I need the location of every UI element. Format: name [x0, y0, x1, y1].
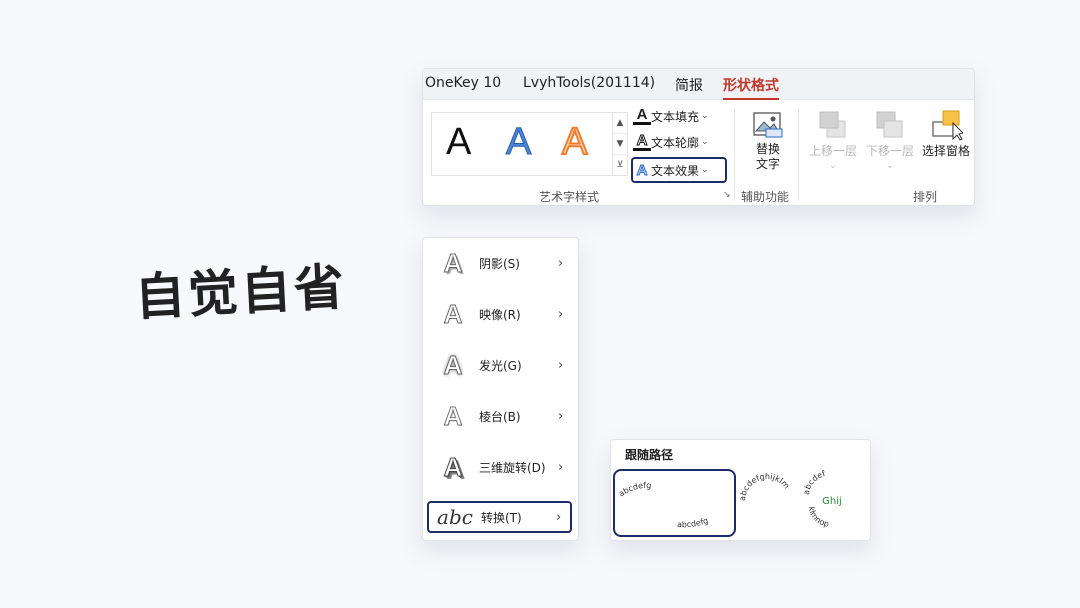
bevel-a-icon: A — [443, 400, 463, 431]
arrange-group-label: 排列 — [913, 190, 938, 204]
alt-text-button[interactable]: 替换 文字 — [748, 111, 788, 172]
svg-text:abcdefg: abcdefg — [677, 516, 709, 529]
menu-item-label: 发光(G) — [479, 358, 522, 373]
menu-item-label: 阴影(S) — [479, 256, 520, 271]
text-effects-button[interactable]: A 文本效果 ⌄ — [631, 157, 727, 183]
alt-text-label-line2: 文字 — [755, 157, 780, 171]
circle-preview: abcdefghijklm — [738, 472, 791, 501]
text-effects-label: 文本效果 — [651, 163, 700, 178]
reflection-a-icon: A — [443, 298, 463, 329]
svg-text:klmnop: klmnop — [807, 506, 830, 529]
path-text-bottom: abcdefg — [677, 516, 709, 529]
menu-item-3d-rotation[interactable]: A 三维旋转(D) › — [427, 451, 572, 482]
send-backward-label: 下移一层 — [865, 144, 914, 158]
abc-transform-icon: abc — [437, 505, 473, 529]
tab-lvyhtools[interactable]: LvyhTools(201114) — [523, 75, 655, 91]
menu-item-bevel[interactable]: A 棱台(B) › — [427, 400, 572, 431]
send-backward-icon — [876, 111, 903, 138]
menu-item-reflection[interactable]: A 映像(R) › — [427, 298, 572, 329]
alt-text-icon — [753, 112, 783, 138]
menu-item-label: 转换(T) — [481, 510, 522, 525]
alt-text-label-line1: 替换 — [755, 142, 780, 156]
path-text-middle: Ghij — [822, 496, 842, 507]
gallery-scrollbar: ▲ ▼ ⊻ — [612, 112, 628, 176]
svg-text:abcdefghijklm: abcdefghijklm — [738, 472, 791, 501]
text-fill-button[interactable]: A 文本填充 ⌄ — [633, 106, 725, 126]
send-backward-button[interactable]: 下移一层 ⌄ — [864, 109, 916, 174]
wordart-sample-black[interactable]: A — [446, 121, 471, 164]
selection-pane-icon — [932, 110, 964, 141]
bring-forward-label: 上移一层 — [808, 144, 857, 158]
shadow-a-icon: A — [443, 247, 463, 278]
button-preview: abcdef Ghij klmnop — [802, 469, 842, 529]
follow-path-title: 跟随路径 — [625, 448, 674, 462]
text-outline-label: 文本轮廓 — [651, 135, 700, 150]
3d-rotation-a-icon: A — [443, 451, 463, 482]
page-heading: 自觉自省 — [133, 257, 349, 327]
menu-item-label: 棱台(B) — [479, 409, 521, 424]
chevron-down-icon: ⌄ — [701, 165, 709, 175]
chevron-down-icon: ⌄ — [829, 161, 837, 171]
path-text-top: abcdefg — [617, 481, 652, 499]
gallery-scroll-down-icon[interactable]: ▼ — [613, 134, 627, 155]
path-option-button[interactable]: abcdef Ghij klmnop — [801, 469, 863, 533]
wordart-style-gallery: A A A — [431, 112, 613, 176]
ribbon: OneKey 10 LvyhTools(201114) 简报 形状格式 A A … — [422, 68, 975, 206]
menu-item-glow[interactable]: A 发光(G) › — [427, 349, 572, 380]
chevron-down-icon: ⌄ — [701, 111, 709, 121]
tab-shape-format[interactable]: 形状格式 — [723, 75, 779, 100]
path-text-circle: abcdefghijklm — [738, 472, 791, 501]
menu-item-shadow[interactable]: A 阴影(S) › — [427, 247, 572, 278]
chevron-down-icon: ⌄ — [886, 161, 894, 171]
gallery-more-icon[interactable]: ⊻ — [613, 155, 627, 175]
selection-pane-label: 选择窗格 — [921, 144, 970, 158]
wordart-sample-orange[interactable]: A — [561, 120, 588, 164]
bring-forward-button[interactable]: 上移一层 ⌄ — [807, 109, 859, 174]
path-text-inner: klmnop — [807, 506, 830, 529]
chevron-right-icon: › — [558, 408, 564, 424]
tab-briefing[interactable]: 简报 — [675, 75, 703, 95]
text-effects-menu: A 阴影(S) › A 映像(R) › A 发光(G) › A 棱台(B) › … — [422, 237, 579, 541]
group-divider — [734, 109, 735, 201]
tab-onekey[interactable]: OneKey 10 — [425, 75, 501, 91]
text-fill-label: 文本填充 — [651, 109, 700, 124]
menu-item-label: 映像(R) — [479, 307, 521, 322]
selection-pane-button[interactable]: 选择窗格 — [920, 109, 972, 159]
chevron-right-icon: › — [558, 306, 564, 322]
dialog-launcher-icon[interactable]: ↘ — [723, 190, 731, 200]
glow-a-icon: A — [443, 349, 463, 380]
chevron-down-icon: ⌄ — [701, 137, 709, 147]
path-text-outer: abcdef — [802, 469, 827, 495]
group-divider — [798, 109, 799, 201]
accessibility-group-label: 辅助功能 — [741, 190, 790, 204]
arch-wave-preview: abcdefg abcdefg — [617, 481, 709, 529]
chevron-right-icon: › — [558, 255, 564, 271]
text-outline-icon: A — [633, 132, 651, 151]
text-outline-button[interactable]: A 文本轮廓 ⌄ — [633, 132, 725, 152]
svg-text:abcdefg: abcdefg — [617, 481, 652, 499]
text-effects-icon: A — [636, 161, 648, 179]
path-option-arch-wave[interactable]: abcdefg abcdefg — [613, 469, 736, 537]
chevron-right-icon: › — [556, 509, 562, 525]
menu-item-label: 三维旋转(D) — [479, 460, 546, 475]
wordart-styles-group-label: 艺术字样式 — [539, 190, 600, 204]
bring-forward-icon — [819, 111, 846, 138]
wordart-sample-blue[interactable]: A — [505, 121, 531, 164]
path-option-circle[interactable]: abcdefghijklm — [737, 469, 797, 533]
gallery-scroll-up-icon[interactable]: ▲ — [613, 113, 627, 134]
chevron-right-icon: › — [558, 459, 564, 475]
follow-path-panel: 跟随路径 abcdefg abcdefg abcdefghijklm abcde… — [610, 439, 871, 541]
svg-text:abcdef: abcdef — [802, 469, 827, 495]
ribbon-tabs: OneKey 10 LvyhTools(201114) 简报 形状格式 — [423, 69, 974, 100]
chevron-right-icon: › — [558, 357, 564, 373]
text-fill-icon: A — [633, 107, 651, 125]
menu-item-transform[interactable]: abc 转换(T) › — [427, 501, 572, 533]
